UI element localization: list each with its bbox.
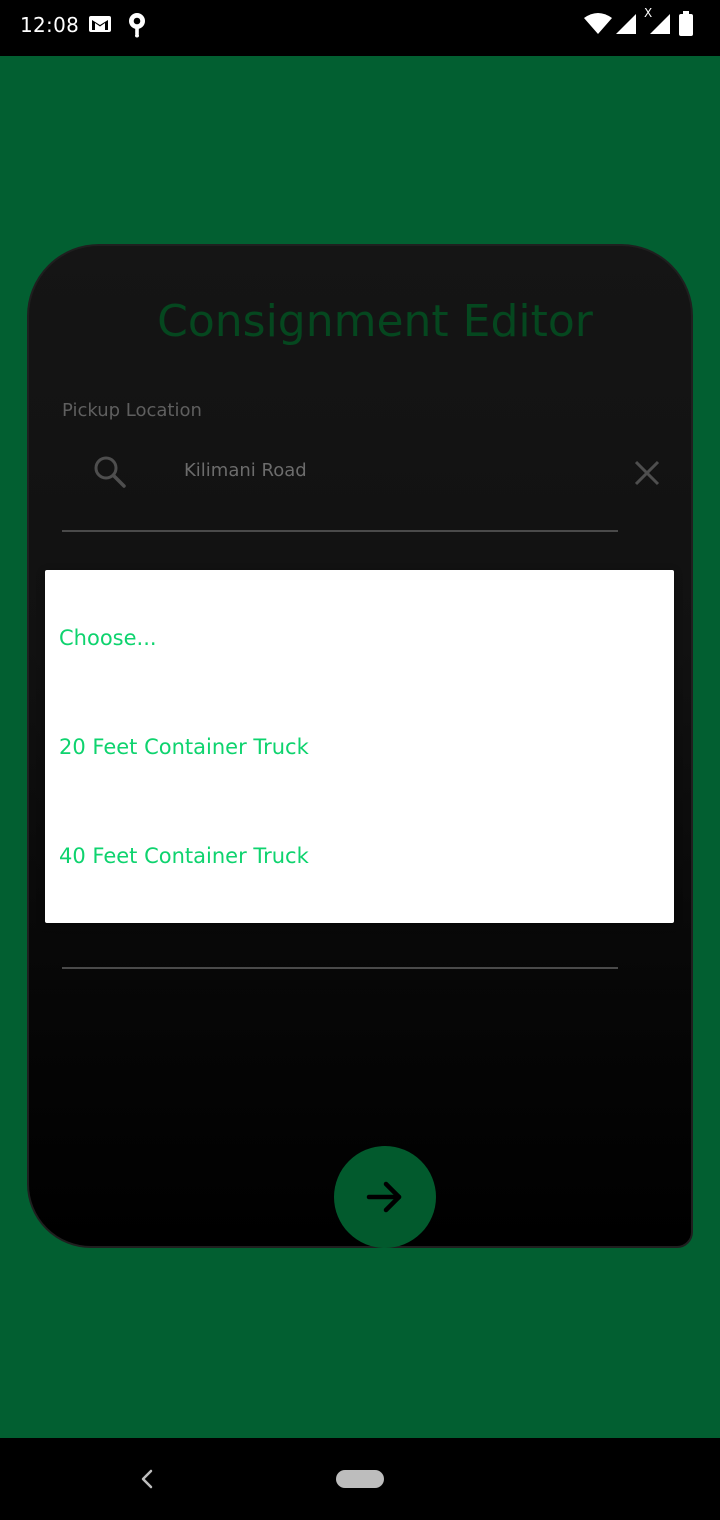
home-button[interactable]: [336, 1470, 384, 1488]
dropdown-option-40ft-truck[interactable]: 40 Feet Container Truck: [59, 844, 659, 868]
arrow-right-icon: [366, 1181, 402, 1213]
battery-icon: [678, 11, 694, 41]
search-icon[interactable]: [92, 454, 128, 494]
wifi-icon: [584, 12, 612, 40]
next-button[interactable]: [334, 1146, 436, 1248]
gmail-icon: [88, 12, 112, 40]
status-time: 12:08: [20, 13, 80, 37]
pickup-location-label: Pickup Location: [62, 400, 202, 421]
status-bar: 12:08 X: [0, 0, 720, 56]
signal-no-data-icon: X: [644, 6, 672, 40]
svg-text:X: X: [644, 6, 652, 20]
vehicle-type-dropdown: Choose... 20 Feet Container Truck 40 Fee…: [45, 570, 674, 923]
close-icon[interactable]: [632, 458, 662, 492]
pickup-input-underline: [62, 530, 618, 532]
location-pin-icon: [126, 12, 148, 42]
dropdown-option-20ft-truck[interactable]: 20 Feet Container Truck: [59, 735, 659, 759]
vehicle-select-underline: [62, 967, 618, 969]
dropdown-option-choose[interactable]: Choose...: [59, 626, 659, 650]
pickup-location-input[interactable]: Kilimani Road: [184, 460, 307, 481]
back-icon[interactable]: [138, 1468, 158, 1494]
signal-icon: [614, 12, 638, 40]
navigation-bar: [0, 1438, 720, 1520]
page-title: Consignment Editor: [157, 296, 593, 347]
